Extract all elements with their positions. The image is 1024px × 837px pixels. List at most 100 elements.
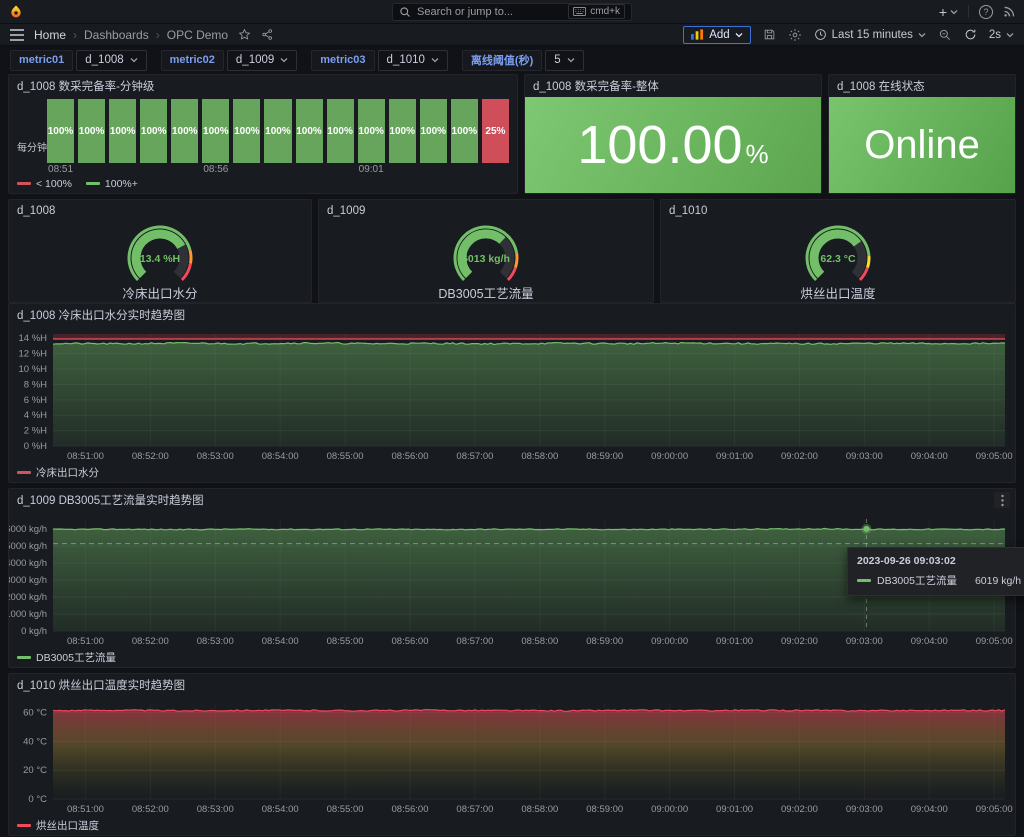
zoom-out-icon[interactable] xyxy=(938,28,952,42)
legend-item[interactable]: < 100% xyxy=(17,178,72,190)
time-range-picker[interactable]: Last 15 minutes xyxy=(814,28,926,41)
svg-text:08:54:00: 08:54:00 xyxy=(262,804,299,815)
time-range-label: Last 15 minutes xyxy=(831,28,913,41)
shortcut-badge: cmd+k xyxy=(568,4,625,19)
help-icon[interactable]: ? xyxy=(979,4,993,19)
refresh-icon[interactable] xyxy=(964,28,977,41)
breadcrumb-dashboards[interactable]: Dashboards xyxy=(84,28,149,42)
bar[interactable]: 100% xyxy=(78,99,106,163)
timeseries-moisture[interactable]: 0 %H 2 %H 4 %H 6 %H 8 %H 10 %H 12 %H 14 %H 08:51… xyxy=(9,326,1015,464)
share-icon[interactable] xyxy=(261,28,274,41)
bar[interactable]: 100% xyxy=(450,99,478,163)
svg-text:09:01:00: 09:01:00 xyxy=(716,451,753,462)
bar-plot-area: 100% 100% 100% 100% 100% 100% 100% 100% 100% 100%… xyxy=(47,99,509,163)
bar[interactable]: 100% xyxy=(109,99,137,163)
news-icon[interactable] xyxy=(1003,5,1016,18)
var-metric03-value: d_1010 xyxy=(386,54,425,66)
svg-text:09:05:00: 09:05:00 xyxy=(976,451,1013,462)
svg-text:08:53:00: 08:53:00 xyxy=(197,804,234,815)
bar-value-label: 100% xyxy=(171,125,198,137)
var-metric01-select[interactable]: d_1008 xyxy=(76,49,147,71)
add-button[interactable]: Add xyxy=(683,25,751,44)
bar[interactable]: 100% xyxy=(357,99,385,163)
panel-gauge-d1010: d_1010 62.3 °C 烘丝出口温度 xyxy=(660,199,1016,303)
svg-text:09:04:00: 09:04:00 xyxy=(911,451,948,462)
legend-item[interactable]: 冷床出口水分 xyxy=(17,465,99,480)
dashboard-toolbar: Home › Dashboards › OPC Demo Add Last 15… xyxy=(0,24,1024,46)
bar[interactable]: 100% xyxy=(264,99,292,163)
shortcut-label: cmd+k xyxy=(590,6,620,17)
panel-title[interactable]: d_1009 xyxy=(319,200,653,222)
var-metric03-select[interactable]: d_1010 xyxy=(377,49,448,71)
svg-text:4 %H: 4 %H xyxy=(24,410,47,421)
panel-title[interactable]: d_1008 冷床出口水分实时趋势图 xyxy=(9,304,1015,326)
svg-text:09:05:00: 09:05:00 xyxy=(976,804,1013,815)
svg-text:09:01:00: 09:01:00 xyxy=(716,636,753,647)
settings-gear-icon[interactable] xyxy=(788,28,802,42)
bar[interactable]: 100% xyxy=(388,99,416,163)
var-metric02-select[interactable]: d_1009 xyxy=(226,49,298,71)
svg-text:0 %H: 0 %H xyxy=(24,441,47,452)
svg-text:08:52:00: 08:52:00 xyxy=(132,804,169,815)
bar[interactable]: 100% xyxy=(326,99,354,163)
tooltip-series-value: 6019 kg/h xyxy=(974,574,1022,587)
gauge-temperature: 62.3 °C 烘丝出口温度 xyxy=(661,222,1015,302)
panel-menu-button[interactable] xyxy=(994,492,1010,508)
bar-value-label: 100% xyxy=(389,125,415,137)
panel-title[interactable]: d_1008 在线状态 xyxy=(829,75,1015,97)
save-icon[interactable] xyxy=(763,28,776,41)
bar[interactable]: 100% xyxy=(171,99,199,163)
grafana-logo-icon[interactable] xyxy=(8,4,24,20)
legend-label: DB3005工艺流量 xyxy=(36,652,116,664)
kebab-icon xyxy=(1000,494,1004,506)
new-menu-button[interactable]: + xyxy=(939,5,958,19)
timeseries-temperature[interactable]: 0 °C 20 °C 40 °C 60 °C 08:51:00 08:52:00 08:53… xyxy=(9,696,1015,817)
legend-item[interactable]: DB3005工艺流量 xyxy=(17,650,116,665)
bar[interactable]: 100% xyxy=(295,99,323,163)
panel-title[interactable]: d_1008 xyxy=(9,200,311,222)
chevron-down-icon xyxy=(950,9,958,14)
x-tick-label: 09:01 xyxy=(358,164,384,175)
panel-title[interactable]: d_1010 烘丝出口温度实时趋势图 xyxy=(9,674,1015,696)
bar[interactable]: 25% xyxy=(481,99,509,163)
panel-title[interactable]: d_1010 xyxy=(661,200,1015,222)
clock-icon xyxy=(814,29,826,40)
var-offline-threshold-select[interactable]: 5 xyxy=(545,49,584,71)
series-color-dash xyxy=(17,656,31,659)
var-metric01-value: d_1008 xyxy=(85,54,124,66)
bar[interactable]: 100% xyxy=(233,99,261,163)
svg-text:08:57:00: 08:57:00 xyxy=(456,804,493,815)
var-metric02-label: metric02 xyxy=(160,49,224,71)
bar-value-label: 100% xyxy=(327,125,353,137)
bar[interactable]: 100% xyxy=(202,99,230,163)
bar-value-label: 100% xyxy=(265,125,291,137)
svg-text:4000 kg/h: 4000 kg/h xyxy=(9,558,47,569)
bar-chart: 每分钟 < 100% 100%+ 100% 100% 100% 100% 100% 100%… xyxy=(9,97,517,193)
bar[interactable]: 100% xyxy=(47,99,75,163)
star-icon[interactable] xyxy=(238,28,251,41)
svg-text:09:00:00: 09:00:00 xyxy=(651,804,688,815)
menu-icon[interactable] xyxy=(10,28,24,41)
search-icon xyxy=(400,6,410,17)
panel-title[interactable]: d_1009 DB3005工艺流量实时趋势图 xyxy=(9,489,1015,511)
panel-gauge-d1009: d_1009 6013 kg/h DB3005工艺流量 xyxy=(318,199,654,303)
stat-unit: % xyxy=(745,139,769,169)
svg-text:0 kg/h: 0 kg/h xyxy=(21,626,47,637)
bar[interactable]: 100% xyxy=(140,99,168,163)
bar[interactable]: 100% xyxy=(419,99,447,163)
breadcrumb-separator: › xyxy=(73,27,78,42)
panel-title[interactable]: d_1008 数采完备率-整体 xyxy=(525,75,821,97)
gauge-arc: 62.3 °C xyxy=(794,222,882,282)
legend-item[interactable]: 100%+ xyxy=(85,178,138,190)
svg-text:08:52:00: 08:52:00 xyxy=(132,451,169,462)
search-input[interactable]: Search or jump to... cmd+k xyxy=(392,2,632,21)
legend-item[interactable]: 烘丝出口温度 xyxy=(17,818,99,833)
breadcrumb-home[interactable]: Home xyxy=(34,28,66,42)
panel-title[interactable]: d_1008 数采完备率-分钟级 xyxy=(9,75,517,97)
search-placeholder: Search or jump to... xyxy=(417,5,513,18)
svg-text:08:55:00: 08:55:00 xyxy=(327,636,364,647)
tooltip-series-row: DB3005工艺流量 6019 kg/h xyxy=(857,573,1021,588)
var-metric02: metric02 d_1009 xyxy=(160,49,298,71)
stat-online-status: Online xyxy=(829,97,1015,193)
refresh-interval-picker[interactable]: 2s xyxy=(989,29,1014,41)
